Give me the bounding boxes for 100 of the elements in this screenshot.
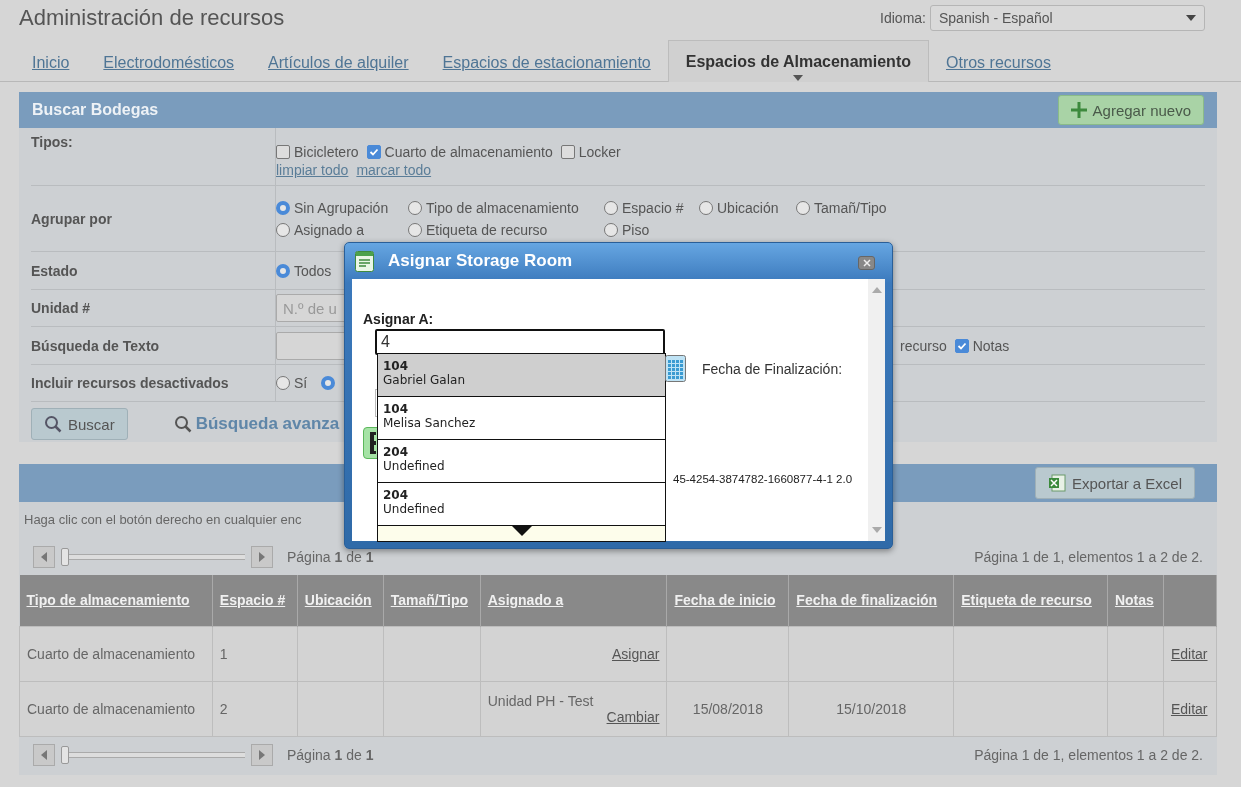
search-icon (173, 415, 192, 433)
slider-thumb[interactable] (61, 745, 69, 764)
nav-tab[interactable]: Espacios de estacionamiento (425, 45, 668, 81)
radio-option[interactable]: Tamañ/Tipo (796, 199, 1205, 216)
checkbox-option[interactable]: Cuarto de almacenamiento (366, 143, 553, 160)
check-icon (368, 146, 379, 157)
nav-tab[interactable]: Otros recursos (929, 45, 1068, 81)
radio-button[interactable] (276, 222, 290, 237)
previous-page-icon[interactable] (33, 743, 55, 766)
checkbox-option[interactable]: Notas (954, 337, 1010, 354)
spreadsheet-icon (1047, 474, 1066, 492)
search-button[interactable]: Buscar (31, 408, 128, 440)
version-code: 45-4254-3874782-1660877-4-1 2.0 (673, 473, 853, 485)
checkbox[interactable] (276, 144, 290, 159)
select-link[interactable]: limpiar todo (276, 161, 349, 178)
table-cell: Cuarto de almacenamiento (19, 681, 213, 736)
assign-label: Asignar A: (363, 311, 434, 327)
radio-option[interactable]: Tipo de almacenamiento (408, 199, 604, 216)
language-label: Idioma: (880, 10, 926, 26)
nav-tab[interactable]: Espacios de Almacenamiento (667, 40, 929, 82)
assign-link[interactable]: Asignar (612, 645, 660, 662)
column-header[interactable]: Ubicación (297, 575, 384, 626)
radio-option[interactable]: Piso (604, 221, 699, 238)
resident-name: Undefined (383, 502, 446, 516)
close-button[interactable] (858, 256, 875, 270)
table-cell: Cuarto de almacenamiento (19, 626, 213, 681)
more-arrow-icon[interactable] (511, 526, 532, 536)
radio-button[interactable] (408, 200, 422, 215)
next-page-icon[interactable] (251, 743, 273, 766)
export-button[interactable]: Exportar a Excel (1034, 467, 1195, 499)
nav-tab[interactable]: Artículos de alquiler (251, 45, 426, 81)
previous-page-icon[interactable] (33, 546, 55, 568)
radio-button[interactable] (604, 222, 618, 237)
hint-text: Haga clic con el botón derecho en cualquier enc (24, 512, 302, 527)
radio-button[interactable] (276, 263, 290, 278)
column-header[interactable]: Notas (1107, 575, 1164, 626)
column-header[interactable]: Tipo de almacenamiento (19, 575, 213, 626)
radio-button[interactable] (796, 200, 810, 215)
panel-title: Buscar Bodegas (32, 101, 159, 119)
checkbox[interactable] (366, 144, 381, 159)
advanced-search-link[interactable]: Búsqueda avanza (173, 414, 340, 434)
page-summary: Página 1 de 1, elementos 1 a 2 de 2. (974, 549, 1203, 565)
language-select[interactable]: Spanish - Español (930, 5, 1205, 31)
radio-button[interactable] (276, 200, 290, 215)
column-header[interactable]: Tamañ/Tipo (383, 575, 481, 626)
page-summary: Página 1 de 1, elementos 1 a 2 de 2. (974, 746, 1203, 763)
column-header[interactable]: Fecha de inicio (666, 575, 789, 626)
page-indicator: Página 1 de 1 (287, 549, 374, 565)
field-label: Estado (31, 252, 276, 289)
table-cell: 1 (212, 626, 298, 681)
nav-tab[interactable]: Electrodomésticos (86, 45, 252, 81)
checkbox-option[interactable]: Locker (560, 143, 621, 160)
scroll-down-icon[interactable] (871, 527, 882, 533)
field-label: Incluir recursos desactivados (31, 365, 276, 401)
form-icon (355, 250, 374, 272)
radio-option[interactable]: Todos (276, 262, 332, 279)
nav-tab[interactable]: Inicio (15, 45, 87, 81)
caret-icon (1186, 15, 1196, 21)
column-header[interactable]: Asignado a (480, 575, 667, 626)
assigned-unit: Unidad PH - Test (487, 692, 594, 709)
column-header[interactable]: Fecha de finalización (788, 575, 954, 626)
radio-option[interactable]: Asignado a (276, 221, 408, 238)
table-cell: 15/10/2018 (788, 681, 954, 736)
radio-option[interactable]: Sí (276, 375, 308, 391)
radio-button[interactable] (699, 200, 713, 215)
page-indicator: Página 1 de 1 (287, 746, 374, 763)
radio-option[interactable]: Etiqueta de recurso (408, 221, 604, 238)
column-header[interactable]: Espacio # (212, 575, 298, 626)
next-page-icon[interactable] (251, 546, 273, 568)
radio-option[interactable]: Sin Agrupación (276, 199, 408, 216)
column-header[interactable]: Etiqueta de recurso (953, 575, 1108, 626)
dialog-title: Asignar Storage Room (388, 251, 573, 271)
radio-button[interactable] (276, 376, 290, 390)
radio-option[interactable]: Espacio # (604, 199, 699, 216)
unit-number: 104 (383, 359, 410, 373)
checkbox-option[interactable]: Bicicletero (276, 143, 359, 160)
checkbox[interactable] (560, 144, 575, 159)
plus-icon (1070, 102, 1087, 118)
scroll-up-icon[interactable] (871, 287, 882, 293)
calendar-icon[interactable] (665, 355, 686, 382)
radio-button[interactable] (604, 200, 618, 215)
assign-input[interactable]: 4 (375, 329, 665, 355)
suggestion-item[interactable]: 104 Gabriel Galan (378, 354, 665, 397)
table-cell: 2 (212, 681, 298, 736)
close-icon (862, 259, 871, 267)
resident-name: Gabriel Galan (383, 373, 466, 387)
add-new-button[interactable]: Agregar nuevo (1057, 95, 1204, 125)
table-cell: 15/08/2018 (666, 681, 789, 736)
radio-option[interactable]: Ubicación (699, 199, 796, 216)
search-icon (44, 415, 62, 433)
radio-button[interactable] (321, 376, 336, 390)
unit-number: 204 (383, 488, 410, 502)
checkbox[interactable] (954, 338, 969, 353)
page-title: Administración de recursos (19, 5, 285, 31)
slider-thumb[interactable] (61, 548, 69, 566)
unit-number: 104 (383, 402, 410, 416)
radio-button[interactable] (408, 222, 422, 237)
assign-link[interactable]: Cambiar (606, 708, 660, 725)
select-link[interactable]: marcar todo (356, 161, 432, 178)
scrollbar[interactable] (868, 279, 885, 541)
